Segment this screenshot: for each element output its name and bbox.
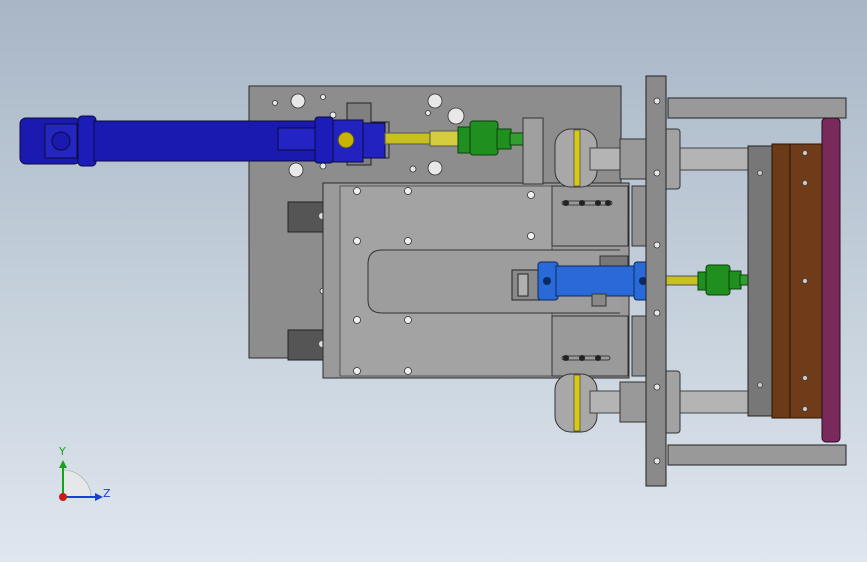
large-pneumatic-cylinder [19,115,386,167]
cad-viewport[interactable]: Y Z [0,0,867,562]
top-frame-bar [667,97,847,119]
assembly-drawing: Y Z [19,75,847,501]
bottom-frame-bar [667,444,847,466]
mold-face-plate [821,117,841,443]
triad-z-label: Z [103,487,111,500]
mold-back-plate [747,145,775,417]
guide-block [522,117,544,185]
small-cylinder-coupling [697,264,751,296]
mold-insert-left [771,143,793,419]
triad-y-label: Y [58,445,66,458]
coordinate-triad: Y Z [58,445,111,501]
large-cylinder-rod [384,132,436,145]
vertical-mounting-plate [645,75,667,487]
